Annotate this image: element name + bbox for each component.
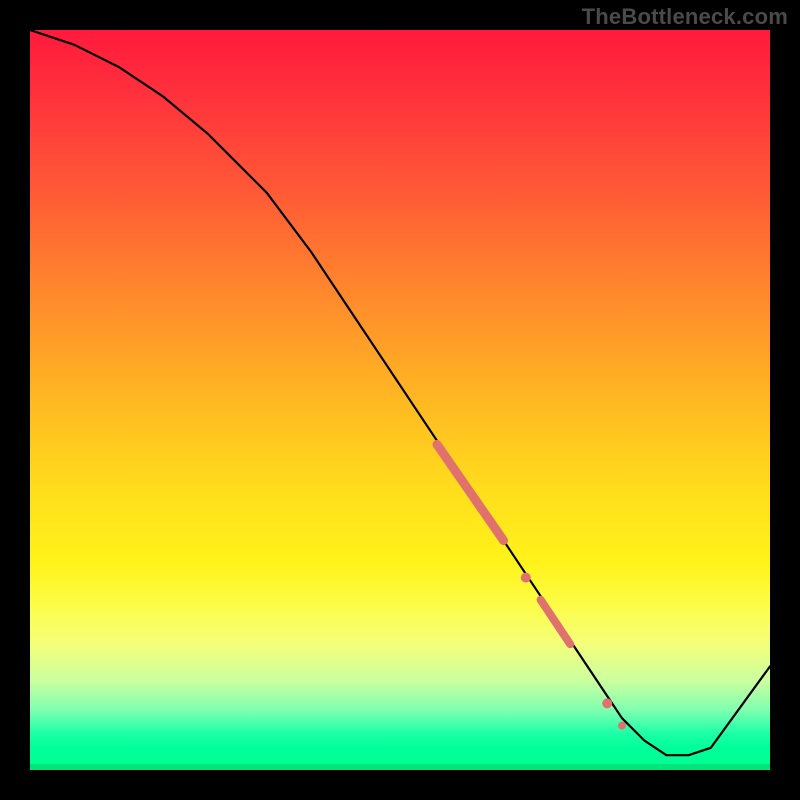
watermark-text: TheBottleneck.com <box>582 4 788 30</box>
plot-svg <box>30 30 770 770</box>
marker-dot <box>602 698 612 708</box>
marker-layer <box>437 444 626 729</box>
curve-path <box>30 30 770 755</box>
marker-segment <box>437 444 504 540</box>
chart-frame: TheBottleneck.com <box>0 0 800 800</box>
marker-dot <box>521 573 531 583</box>
marker-dot <box>618 722 626 730</box>
plot-area <box>30 30 770 770</box>
marker-segment <box>541 600 571 644</box>
